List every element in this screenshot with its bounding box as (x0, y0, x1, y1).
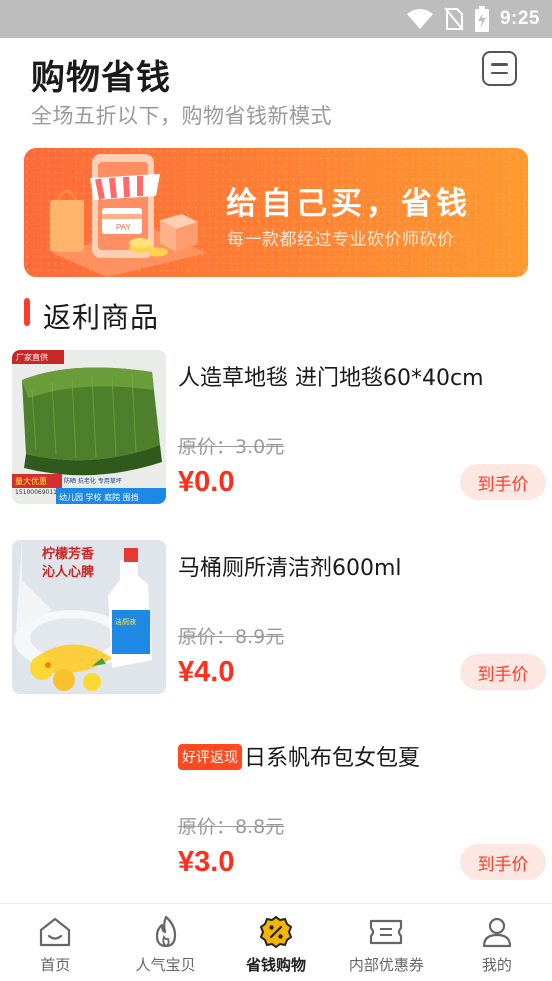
product-item[interactable]: 厂家直供 量大优惠 防晒 抗老化 专用草坪 15100069011 幼儿园 学校… (0, 350, 552, 510)
svg-text:防晒 抗老化 专用草坪: 防晒 抗老化 专用草坪 (64, 477, 122, 485)
svg-text:PAY: PAY (116, 223, 131, 232)
final-price-button[interactable]: 到手价 (460, 844, 546, 880)
status-time: 9:25 (499, 8, 540, 29)
status-bar: 9:25 (0, 0, 552, 38)
svg-text:沁人心脾: 沁人心脾 (42, 564, 94, 580)
product-original-price: 原价：8.9元 (178, 626, 285, 648)
product-item[interactable]: 好评返现 日系帆布包女包夏 原价：8.8元 ¥3.0 到手价 (0, 730, 552, 890)
tab-label: 我的 (481, 956, 512, 974)
promo-banner[interactable]: PAY 给自己买，省钱 每一款都经过专业砍价师砍价 (24, 148, 528, 277)
tab-popular[interactable]: 人气宝贝 (110, 904, 220, 981)
svg-text:厂家直供: 厂家直供 (16, 352, 48, 362)
svg-text:15100069011: 15100069011 (15, 489, 57, 496)
final-price-button[interactable]: 到手价 (460, 654, 546, 690)
status-icons: 9:25 (406, 6, 540, 32)
product-name-text: 马桶厕所清洁剂600ml (178, 556, 402, 581)
tab-mine[interactable]: 我的 (442, 904, 552, 981)
tab-label: 省钱购物 (246, 956, 307, 974)
battery-charging-icon (474, 6, 489, 32)
wifi-icon (406, 9, 433, 29)
section-accent-bar (24, 298, 30, 326)
product-image-toilet-cleaner: 洁厕液 柠檬芳香 沁人心脾 (12, 540, 166, 694)
banner-title: 给自己买，省钱 (226, 186, 471, 222)
tab-home[interactable]: 首页 (0, 904, 110, 981)
product-name-text: 日系帆布包女包夏 (244, 746, 421, 771)
tab-label: 内部优惠券 (348, 956, 424, 974)
good-review-cashback-badge: 好评返现 (178, 744, 242, 770)
tab-save-shopping[interactable]: 省钱购物 (221, 904, 331, 981)
home-icon (35, 914, 75, 950)
flame-icon (146, 914, 186, 950)
tab-label: 人气宝贝 (135, 956, 196, 974)
final-price-button[interactable]: 到手价 (460, 464, 546, 500)
banner-subtitle: 每一款都经过专业砍价师砍价 (227, 230, 455, 250)
section-title: 返利商品 (43, 301, 160, 334)
product-price: ¥0.0 (178, 466, 235, 498)
product-item[interactable]: 洁厕液 柠檬芳香 沁人心脾 马桶厕所清洁剂600ml 原价：8.9元 ¥4.0 … (0, 540, 552, 700)
svg-text:幼儿园 学校 庭院 围挡: 幼儿园 学校 庭院 围挡 (59, 492, 139, 502)
product-price: ¥4.0 (178, 656, 235, 688)
no-sim-icon (444, 7, 464, 31)
page-title: 购物省钱 (31, 58, 171, 98)
menu-icon-line (491, 71, 508, 74)
product-name: 马桶厕所清洁剂600ml (178, 550, 402, 582)
product-name: 好评返现 日系帆布包女包夏 (178, 740, 420, 772)
product-name: 人造草地毯 进门地毯60*40cm (178, 360, 484, 392)
product-image-placeholder (12, 730, 166, 884)
page-subtitle: 全场五折以下，购物省钱新模式 (31, 104, 332, 128)
tab-internal-coupons[interactable]: 内部优惠券 (331, 904, 441, 981)
svg-text:柠檬芳香: 柠檬芳香 (42, 546, 95, 562)
tab-label: 首页 (40, 956, 71, 974)
svg-text:洁厕液: 洁厕液 (115, 617, 136, 626)
product-price: ¥3.0 (178, 846, 235, 878)
coupon-icon (366, 914, 406, 950)
menu-button[interactable] (482, 51, 517, 86)
shopping-phone-illustration-icon: PAY (50, 154, 207, 277)
menu-icon-line (491, 63, 508, 66)
user-icon (477, 914, 517, 950)
svg-text:量大优惠: 量大优惠 (15, 476, 47, 486)
discount-icon (256, 914, 296, 950)
product-original-price: 原价：3.0元 (178, 436, 285, 458)
product-name-text: 人造草地毯 进门地毯60*40cm (178, 366, 484, 391)
product-image-grass-carpet: 厂家直供 量大优惠 防晒 抗老化 专用草坪 15100069011 幼儿园 学校… (12, 350, 166, 504)
product-original-price: 原价：8.8元 (178, 816, 285, 838)
bottom-tab-bar: 首页 人气宝贝 省钱购物 内部优惠券 我的 (0, 903, 552, 981)
